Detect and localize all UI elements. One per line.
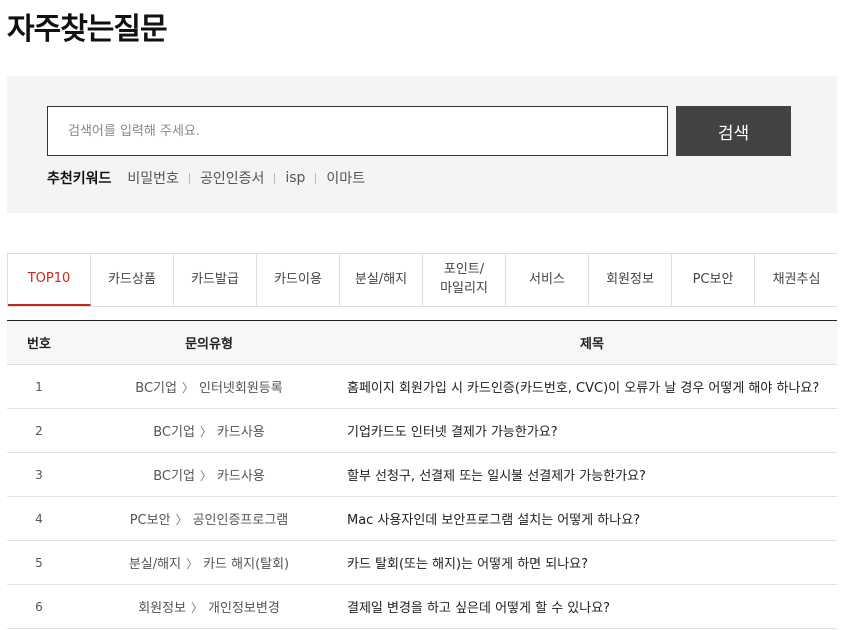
chevron-right-icon: 〉 <box>186 557 199 571</box>
row-number: 6 <box>7 584 71 629</box>
tab-points-mileage[interactable]: 포인트/ 마일리지 <box>423 254 506 306</box>
chevron-right-icon: 〉 <box>199 469 212 483</box>
row-subcategory: 카드사용 <box>216 425 265 440</box>
page-title: 자주찾는질문 <box>7 12 168 47</box>
table-row: 3 BC기업 〉 카드사용 할부 선청구, 선결제 또는 일시불 선결제가 가능한가… <box>7 452 837 497</box>
keyword-divider <box>188 172 190 184</box>
search-button[interactable]: 검색 <box>676 106 791 156</box>
row-category: 회원정보 <box>138 601 187 616</box>
keywords-label: 추천키워드 <box>47 171 112 187</box>
table-row: 6 회원정보 〉 개인정보변경 결제일 변경을 하고 싶은데 어떻게 할 수 있나요… <box>7 584 837 629</box>
faq-category-tabs: TOP10 카드상품 카드발급 카드이용 분실/해지 포인트/ 마일리지 서비스… <box>7 253 838 307</box>
search-panel: 검색 추천키워드 비밀번호 공인인증서 isp 이마트 <box>7 76 837 213</box>
row-subcategory: 카드 해지(탈회) <box>203 557 290 572</box>
row-subcategory: 공인인증프로그램 <box>192 513 289 528</box>
row-number: 5 <box>7 540 71 585</box>
tab-member-info[interactable]: 회원정보 <box>589 254 672 306</box>
row-subcategory: 카드사용 <box>216 469 265 484</box>
row-title-link[interactable]: 카드 탈회(또는 해지)는 어떻게 하면 되나요? <box>347 540 837 585</box>
tab-pc-security[interactable]: PC보안 <box>672 254 755 306</box>
tab-label: TOP10 <box>27 270 71 286</box>
chevron-right-icon: 〉 <box>175 513 188 527</box>
row-inquiry-type: BC기업 〉 인터넷회원등록 <box>71 364 347 409</box>
header-inquiry-type: 문의유형 <box>71 320 347 365</box>
table-row: 5 분실/해지 〉 카드 해지(탈회) 카드 탈회(또는 해지)는 어떻게 하면 되… <box>7 540 837 585</box>
row-title-link[interactable]: Mac 사용자인데 보안프로그램 설치는 어떻게 하나요? <box>347 496 837 541</box>
tab-lost-cancel[interactable]: 분실/해지 <box>340 254 423 306</box>
keyword-link[interactable]: 이마트 <box>326 168 365 188</box>
faq-table: 번호 문의유형 제목 1 BC기업 〉 인터넷회원등록 홈페이지 회원가입 시 카드… <box>7 320 837 629</box>
keyword-divider <box>274 172 276 184</box>
row-title-link[interactable]: 결제일 변경을 하고 싶은데 어떻게 할 수 있나요? <box>347 584 837 629</box>
row-title-link[interactable]: 기업카드도 인터넷 결제가 가능한가요? <box>347 408 837 453</box>
keyword-link[interactable]: 비밀번호 <box>127 168 179 188</box>
row-category: 분실/해지 <box>128 557 182 572</box>
row-category: PC보안 <box>129 513 171 528</box>
tab-services[interactable]: 서비스 <box>506 254 589 306</box>
row-number: 4 <box>7 496 71 541</box>
row-inquiry-type: PC보안 〉 공인인증프로그램 <box>71 496 347 541</box>
search-input[interactable] <box>47 106 668 156</box>
tab-label: PC보안 <box>692 271 734 287</box>
tab-card-products[interactable]: 카드상품 <box>91 254 174 306</box>
chevron-right-icon: 〉 <box>181 381 194 395</box>
tab-card-usage[interactable]: 카드이용 <box>257 254 340 306</box>
tab-label: 카드상품 <box>108 271 156 287</box>
tab-label: 카드이용 <box>274 271 322 287</box>
recommended-keywords: 추천키워드 비밀번호 공인인증서 isp 이마트 <box>47 166 365 190</box>
faq-page: 자주찾는질문 검색 추천키워드 비밀번호 공인인증서 isp 이마트 TOP10… <box>0 0 853 630</box>
row-title-link[interactable]: 홈페이지 회원가입 시 카드인증(카드번호, CVC)이 오류가 날 경우 어떻… <box>347 364 837 409</box>
tab-card-issuance[interactable]: 카드발급 <box>174 254 257 306</box>
header-number: 번호 <box>7 320 71 365</box>
row-title-link[interactable]: 할부 선청구, 선결제 또는 일시불 선결제가 가능한가요? <box>347 452 837 497</box>
tab-top10[interactable]: TOP10 <box>8 254 91 306</box>
row-category: BC기업 <box>135 381 177 396</box>
tab-debt-collection[interactable]: 채권추심 <box>755 254 838 306</box>
row-category: BC기업 <box>153 469 195 484</box>
row-inquiry-type: BC기업 〉 카드사용 <box>71 408 347 453</box>
keyword-link[interactable]: 공인인증서 <box>200 168 264 188</box>
table-header-row: 번호 문의유형 제목 <box>7 320 837 365</box>
row-category: BC기업 <box>153 425 195 440</box>
table-row: 1 BC기업 〉 인터넷회원등록 홈페이지 회원가입 시 카드인증(카드번호, CV… <box>7 364 837 409</box>
row-inquiry-type: 분실/해지 〉 카드 해지(탈회) <box>71 540 347 585</box>
table-row: 4 PC보안 〉 공인인증프로그램 Mac 사용자인데 보안프로그램 설치는 어떻게… <box>7 496 837 541</box>
tab-label: 포인트/ 마일리지 <box>440 262 488 296</box>
tab-label: 서비스 <box>529 271 565 287</box>
row-number: 2 <box>7 408 71 453</box>
keyword-link[interactable]: isp <box>285 170 305 186</box>
header-title: 제목 <box>347 320 837 365</box>
chevron-right-icon: 〉 <box>199 425 212 439</box>
keyword-divider <box>315 172 317 184</box>
row-number: 1 <box>7 364 71 409</box>
tab-label: 카드발급 <box>191 271 239 287</box>
row-inquiry-type: BC기업 〉 카드사용 <box>71 452 347 497</box>
row-inquiry-type: 회원정보 〉 개인정보변경 <box>71 584 347 629</box>
row-subcategory: 인터넷회원등록 <box>198 381 283 396</box>
chevron-right-icon: 〉 <box>191 601 204 615</box>
row-subcategory: 개인정보변경 <box>208 601 280 616</box>
tab-label: 회원정보 <box>606 271 654 287</box>
table-row: 2 BC기업 〉 카드사용 기업카드도 인터넷 결제가 가능한가요? <box>7 408 837 453</box>
tab-label: 채권추심 <box>772 271 821 287</box>
row-number: 3 <box>7 452 71 497</box>
tab-label: 분실/해지 <box>354 271 408 287</box>
